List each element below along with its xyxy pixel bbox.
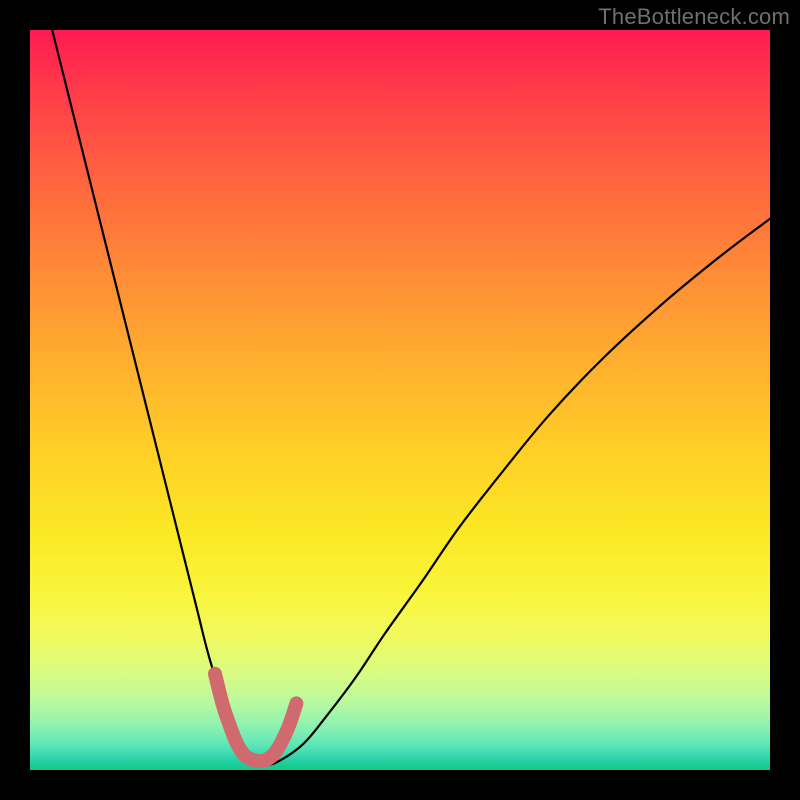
chart-svg: [30, 30, 770, 770]
watermark-text: TheBottleneck.com: [598, 4, 790, 30]
chart-plot-area: [30, 30, 770, 770]
bottleneck-curve: [52, 30, 770, 765]
bottleneck-highlight: [215, 674, 296, 761]
chart-frame: TheBottleneck.com: [0, 0, 800, 800]
